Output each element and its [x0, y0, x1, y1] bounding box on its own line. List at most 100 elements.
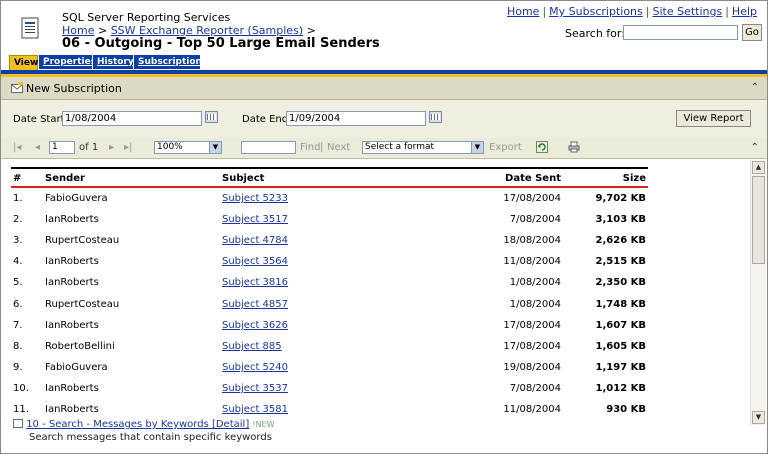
date-start-label: Date Start — [13, 114, 65, 125]
new-subscription-link[interactable]: New Subscription — [26, 82, 122, 95]
new-badge: !NEW — [252, 420, 275, 429]
export-format-select[interactable]: Select a format ▼ — [362, 141, 484, 154]
row-date-sent: 17/08/2004 — [503, 341, 561, 352]
parameters-panel: Date Start 1/08/2004 Date End 1/09/2004 … — [1, 100, 767, 139]
page-header: SQL Server Reporting Services Home > SSW… — [1, 1, 767, 55]
catalog-item-description: Search messages that contain specific ke… — [29, 432, 272, 443]
row-subject-link[interactable]: Subject 885 — [222, 341, 282, 352]
row-subject-link[interactable]: Subject 3626 — [222, 320, 288, 331]
row-number: 2. — [13, 214, 23, 225]
link-separator: | — [542, 5, 547, 18]
last-page-icon[interactable]: ▸| — [124, 142, 132, 153]
browser-frame: SQL Server Reporting Services Home > SSW… — [0, 0, 768, 454]
row-number: 6. — [13, 299, 23, 310]
tab-view[interactable]: View — [9, 55, 38, 70]
column-header-sender: Sender — [45, 173, 85, 184]
scroll-thumb[interactable] — [752, 176, 765, 264]
row-sender: IanRoberts — [45, 214, 99, 225]
refresh-icon[interactable] — [536, 141, 548, 153]
row-size: 2,350 KB — [595, 277, 646, 288]
print-icon[interactable] — [568, 141, 580, 153]
search-input[interactable] — [623, 25, 738, 40]
table-header-rule — [11, 186, 648, 188]
chevron-down-icon: ▼ — [209, 142, 221, 153]
column-header-date-sent: Date Sent — [505, 173, 561, 184]
search-label: Search for: — [565, 27, 625, 40]
row-sender: FabioGuvera — [45, 362, 108, 373]
row-sender: RupertCosteau — [45, 299, 120, 310]
collapse-header-icon[interactable]: ⌃ — [751, 82, 759, 93]
go-button[interactable]: Go — [742, 24, 762, 41]
page-number-input[interactable]: 1 — [49, 141, 75, 154]
vertical-scrollbar[interactable]: ▲ ▼ — [750, 160, 766, 425]
catalog-report-link[interactable]: 10 - Search - Messages by Keywords [Deta… — [26, 419, 249, 430]
row-subject-link[interactable]: Subject 5240 — [222, 362, 288, 373]
export-format-value: Select a format — [365, 142, 435, 152]
zoom-value: 100% — [157, 142, 183, 152]
subscription-bar: New Subscription ⌃ — [1, 77, 767, 100]
row-date-sent: 7/08/2004 — [509, 214, 561, 225]
row-number: 5. — [13, 277, 23, 288]
row-subject-link[interactable]: Subject 4784 — [222, 235, 288, 246]
row-number: 1. — [13, 193, 23, 204]
my-subscriptions-link[interactable]: My Subscriptions — [549, 5, 643, 18]
tab-properties[interactable]: Properties — [39, 55, 96, 69]
tab-subscriptions[interactable]: Subscriptions — [134, 55, 207, 69]
date-end-input[interactable]: 1/09/2004 — [286, 111, 426, 126]
service-title: SQL Server Reporting Services — [62, 11, 231, 24]
row-subject-link[interactable]: Subject 3517 — [222, 214, 288, 225]
row-subject-link[interactable]: Subject 5233 — [222, 193, 288, 204]
row-number: 11. — [13, 404, 29, 415]
row-size: 1,748 KB — [595, 299, 646, 310]
next-page-icon[interactable]: ▸ — [109, 142, 114, 153]
row-number: 8. — [13, 341, 23, 352]
collapse-toolbar-icon[interactable]: ⌃ — [751, 142, 759, 153]
export-link[interactable]: Export — [489, 142, 522, 153]
column-header-subject: Subject — [222, 173, 265, 184]
page-title: 06 - Outgoing - Top 50 Large Email Sende… — [62, 36, 380, 51]
row-size: 1,605 KB — [595, 341, 646, 352]
find-input[interactable] — [241, 141, 296, 154]
date-start-input[interactable]: 1/08/2004 — [62, 111, 202, 126]
date-end-calendar-icon[interactable] — [429, 111, 442, 123]
date-start-calendar-icon[interactable] — [205, 111, 218, 123]
row-date-sent: 19/08/2004 — [503, 362, 561, 373]
first-page-icon[interactable]: |◂ — [13, 142, 21, 153]
link-separator: | — [725, 5, 729, 18]
next-link[interactable]: Next — [327, 142, 350, 153]
row-size: 1,197 KB — [595, 362, 646, 373]
view-report-button[interactable]: View Report — [676, 110, 751, 127]
find-link[interactable]: Find — [300, 142, 321, 153]
zoom-select[interactable]: 100% ▼ — [154, 141, 222, 154]
row-size: 2,626 KB — [595, 235, 646, 246]
tab-bar: View Properties History Subscriptions — [1, 55, 767, 70]
row-date-sent: 1/08/2004 — [509, 277, 561, 288]
table-top-rule — [11, 167, 648, 169]
row-subject-link[interactable]: Subject 4857 — [222, 299, 288, 310]
scroll-down-icon[interactable]: ▼ — [752, 411, 765, 424]
date-end-label: Date End — [242, 114, 289, 125]
help-link[interactable]: Help — [732, 5, 757, 18]
row-size: 9,702 KB — [595, 193, 646, 204]
row-subject-link[interactable]: Subject 3537 — [222, 383, 288, 394]
site-settings-link[interactable]: Site Settings — [652, 5, 722, 18]
row-sender: IanRoberts — [45, 383, 99, 394]
scroll-up-icon[interactable]: ▲ — [752, 161, 765, 174]
row-size: 1,607 KB — [595, 320, 646, 331]
row-subject-link[interactable]: Subject 3581 — [222, 404, 288, 415]
row-subject-link[interactable]: Subject 3564 — [222, 256, 288, 267]
row-subject-link[interactable]: Subject 3816 — [222, 277, 288, 288]
row-number: 10. — [13, 383, 29, 394]
report-body: # Sender Subject Date Sent Size 1. FabioG… — [1, 159, 767, 453]
row-sender: IanRoberts — [45, 320, 99, 331]
new-subscription-icon — [11, 82, 23, 93]
previous-page-icon[interactable]: ◂ — [35, 142, 40, 153]
page-count-label: of 1 — [79, 142, 99, 153]
row-sender: IanRoberts — [45, 404, 99, 415]
home-link[interactable]: Home — [507, 5, 539, 18]
chevron-down-icon: ▼ — [471, 142, 483, 153]
row-date-sent: 7/08/2004 — [509, 383, 561, 394]
row-sender: RobertoBellini — [45, 341, 115, 352]
tab-history[interactable]: History — [93, 55, 134, 69]
row-sender: FabioGuvera — [45, 193, 108, 204]
